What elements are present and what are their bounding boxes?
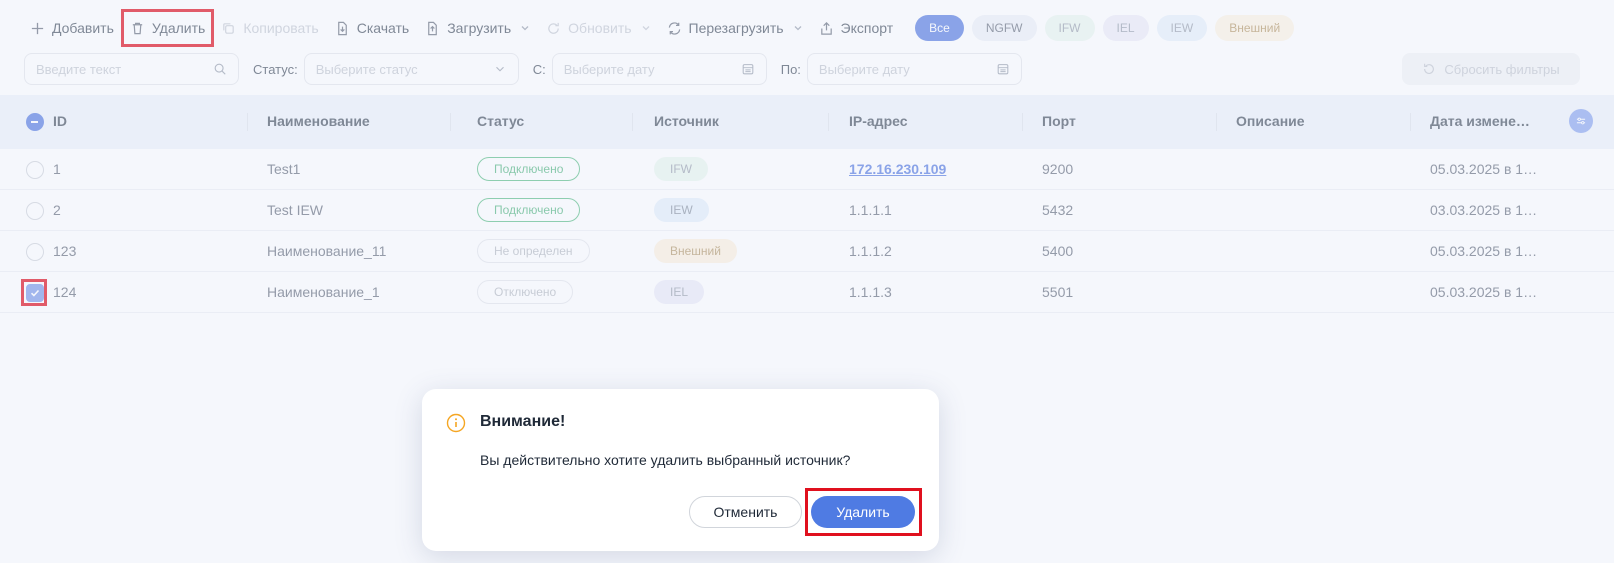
info-icon: [446, 413, 466, 433]
confirm-delete-dialog: Внимание! Вы действительно хотите удалит…: [422, 389, 939, 551]
dialog-title: Внимание!: [480, 413, 566, 430]
dialog-message: Вы действительно хотите удалить выбранны…: [480, 452, 851, 468]
sources-page: Добавить Удалить Копировать Скачать Загр…: [0, 0, 1614, 563]
confirm-button-highlight: [805, 488, 922, 536]
cancel-button[interactable]: Отменить: [689, 496, 802, 528]
